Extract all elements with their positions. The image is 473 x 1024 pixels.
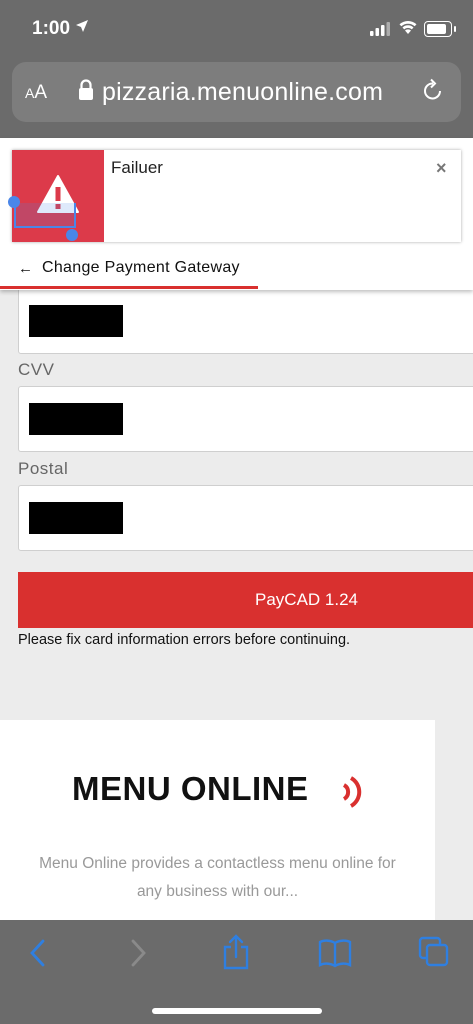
- toast-title: Failuer: [111, 158, 163, 177]
- error-message: Please fix card information errors befor…: [18, 632, 351, 648]
- postal-label: Postal: [18, 459, 69, 478]
- back-icon[interactable]: [28, 938, 48, 973]
- browser-address-area: AA pizzaria.menuonline.com: [0, 52, 473, 138]
- address-bar[interactable]: AA pizzaria.menuonline.com: [12, 62, 461, 122]
- lock-icon: [78, 79, 94, 106]
- selection-handle-end[interactable]: [66, 229, 78, 241]
- footer-tagline: Menu Online provides a contactless menu …: [39, 855, 396, 900]
- pay-button-label: PayCAD 1.24: [255, 590, 358, 609]
- wifi-icon: [398, 19, 418, 40]
- reload-icon[interactable]: [422, 78, 444, 109]
- brand-signal-icon: [340, 772, 364, 817]
- back-arrow-icon: ←: [18, 260, 33, 277]
- forward-icon[interactable]: [128, 938, 148, 973]
- change-gateway-label: Change Payment Gateway: [42, 259, 240, 276]
- redacted-value: [29, 403, 123, 435]
- redacted-value: [29, 502, 123, 534]
- cvv-label: CVV: [18, 360, 55, 379]
- toast-icon-panel: [8, 150, 104, 242]
- text-selection-highlight: [14, 203, 76, 228]
- battery-icon: [424, 21, 456, 37]
- change-gateway-link[interactable]: ← Change Payment Gateway: [0, 250, 473, 290]
- close-icon[interactable]: ×: [436, 158, 447, 179]
- tabs-icon[interactable]: [418, 936, 450, 973]
- payment-header: Failuer × ← Change Payment Gateway: [0, 138, 473, 290]
- cvv-field[interactable]: [18, 386, 473, 452]
- postal-field[interactable]: [18, 485, 473, 551]
- brand-logo-text: MENU ONLINE: [72, 770, 309, 807]
- location-arrow-icon: [75, 19, 89, 36]
- status-bar: 1:00: [0, 0, 473, 52]
- redacted-value: [29, 305, 123, 337]
- home-indicator[interactable]: [152, 1008, 322, 1014]
- status-time: 1:00: [32, 18, 71, 39]
- url-text[interactable]: pizzaria.menuonline.com: [102, 78, 383, 107]
- bookmarks-icon[interactable]: [318, 938, 352, 973]
- card-number-field[interactable]: [18, 288, 473, 354]
- pay-button[interactable]: PayCAD 1.24: [18, 572, 473, 628]
- browser-toolbar: [0, 920, 473, 1024]
- footer-card: MENU ONLINE Menu Online provides a conta…: [0, 720, 435, 920]
- selection-handle-start[interactable]: [8, 196, 20, 208]
- reader-text-size-button[interactable]: AA: [25, 82, 47, 104]
- active-underline: [0, 286, 258, 289]
- share-icon[interactable]: [222, 934, 250, 975]
- cellular-signal-icon: [370, 22, 392, 41]
- failure-toast: Failuer ×: [8, 150, 461, 242]
